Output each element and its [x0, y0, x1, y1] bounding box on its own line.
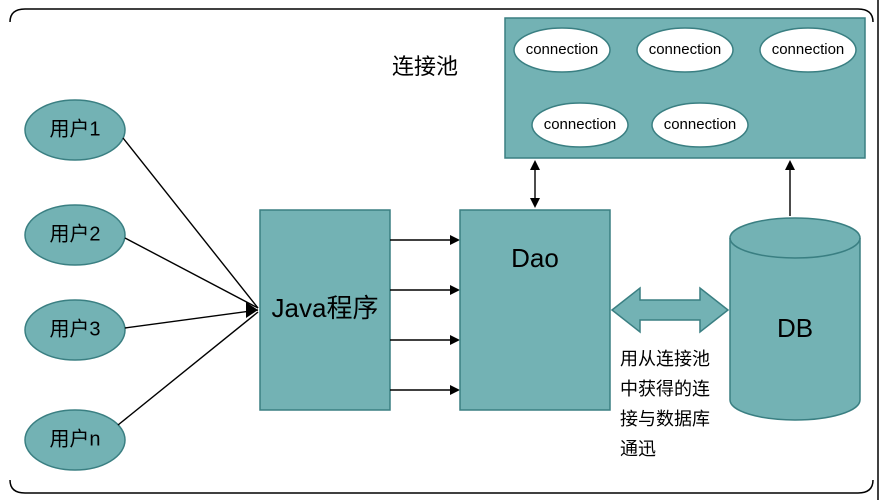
java-program-label: Java程序: [272, 293, 379, 323]
user-n: 用户n: [25, 410, 125, 470]
user-1: 用户1: [25, 100, 125, 160]
svg-text:用从连接池: 用从连接池: [620, 349, 710, 369]
architecture-diagram: 用户1 用户2 用户3 用户n Java程序 Dao: [0, 0, 884, 500]
db-label: DB: [777, 313, 813, 343]
java-to-dao-arrows: [390, 235, 460, 395]
java-program: Java程序: [260, 210, 390, 410]
svg-text:通迅: 通迅: [620, 439, 656, 459]
svg-text:connection: connection: [649, 41, 722, 58]
connection-note: 用从连接池 中获得的连 接与数据库 通迅: [620, 349, 710, 459]
svg-text:connection: connection: [544, 116, 617, 133]
svg-text:中获得的连: 中获得的连: [620, 379, 710, 399]
connection-4: connection: [532, 103, 628, 147]
db-pool-arrow: [785, 160, 795, 216]
dao-label: Dao: [511, 243, 559, 273]
dao-box: Dao: [460, 210, 610, 410]
svg-text:connection: connection: [772, 41, 845, 58]
dao-pool-arrow: [530, 160, 540, 208]
user-arrows: [118, 138, 258, 425]
svg-text:connection: connection: [526, 41, 599, 58]
dao-db-arrow: [612, 288, 728, 332]
db-cylinder: DB: [730, 218, 860, 420]
connection-1: connection: [514, 28, 610, 72]
svg-text:connection: connection: [664, 116, 737, 133]
connection-pool: connection connection connection connect…: [505, 18, 865, 158]
pool-label: 连接池: [392, 54, 458, 79]
svg-text:接与数据库: 接与数据库: [620, 409, 710, 429]
user-1-label: 用户1: [49, 117, 100, 140]
user-3: 用户3: [25, 300, 125, 360]
user-n-label: 用户n: [49, 427, 100, 450]
connection-2: connection: [637, 28, 733, 72]
user-3-label: 用户3: [49, 317, 100, 340]
connection-5: connection: [652, 103, 748, 147]
connection-3: connection: [760, 28, 856, 72]
user-2: 用户2: [25, 205, 125, 265]
user-2-label: 用户2: [49, 222, 100, 245]
